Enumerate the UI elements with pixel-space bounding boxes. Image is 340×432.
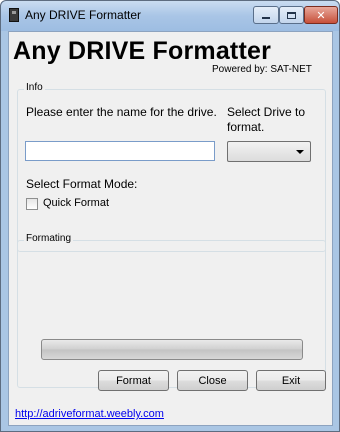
format-button[interactable]: Format — [98, 370, 169, 391]
client-area: Any DRIVE Formatter Powered by: SAT-NET … — [8, 31, 333, 426]
minimize-icon — [262, 17, 270, 19]
exit-button[interactable]: Exit — [256, 370, 326, 391]
app-window: Any DRIVE Formatter ✕ Any DRIVE Formatte… — [0, 0, 340, 432]
drive-name-input[interactable] — [25, 141, 215, 161]
window-title: Any DRIVE Formatter — [25, 8, 142, 22]
formatting-groupbox: Formating — [17, 233, 326, 388]
maximize-button[interactable] — [279, 6, 304, 24]
close-icon: ✕ — [316, 9, 326, 22]
close-button-label: Close — [198, 374, 227, 387]
exit-button-label: Exit — [281, 374, 301, 387]
quick-format-label[interactable]: Quick Format — [43, 197, 109, 209]
format-mode-label: Select Format Mode: — [26, 177, 138, 191]
drive-select-dropdown[interactable] — [227, 141, 311, 162]
maximize-icon — [287, 11, 296, 19]
app-heading: Any DRIVE Formatter — [13, 37, 272, 65]
dropdown-arrow-icon — [296, 150, 304, 154]
format-progress-bar — [41, 339, 303, 360]
info-legend: Info — [24, 82, 45, 93]
select-drive-label: Select Drive to format. — [227, 105, 306, 134]
close-button[interactable]: Close — [177, 370, 248, 391]
info-groupbox: Info Please enter the name for the drive… — [17, 82, 326, 252]
drive-name-label: Please enter the name for the drive. — [26, 105, 217, 119]
website-link[interactable]: http://adriveformat.weebly.com — [15, 408, 164, 420]
powered-by-label: Powered by: SAT-NET — [212, 64, 312, 75]
window-close-button[interactable]: ✕ — [304, 6, 338, 24]
formatting-legend: Formating — [24, 233, 74, 244]
quick-format-checkbox[interactable] — [26, 198, 38, 210]
title-bar[interactable]: Any DRIVE Formatter ✕ — [1, 1, 339, 31]
usb-drive-icon — [9, 8, 19, 22]
minimize-button[interactable] — [253, 6, 279, 24]
format-button-label: Format — [116, 374, 151, 387]
